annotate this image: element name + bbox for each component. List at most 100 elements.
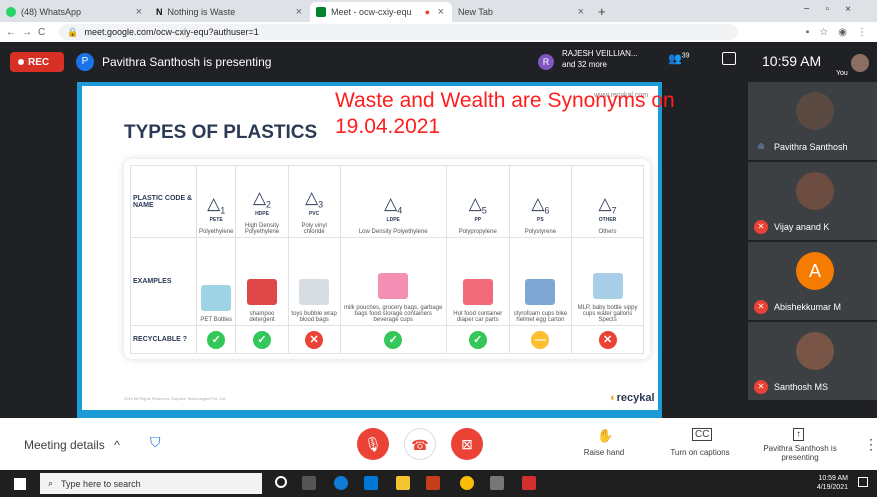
people-icon[interactable]: 👥39 <box>668 52 690 65</box>
phone-hangup-icon: ☎ <box>411 437 429 453</box>
recycle-triangle-icon: △6 <box>531 193 550 215</box>
recyclable-cell: ✓ <box>195 325 237 354</box>
example-image <box>247 279 278 305</box>
example-text: toys bubble wrap blood bags <box>291 311 337 323</box>
meeting-details-button[interactable]: Meeting details ^ <box>24 438 120 452</box>
examples-cell: styrofoam cups bike helmet egg carton <box>508 237 573 326</box>
store-icon[interactable] <box>364 476 378 490</box>
examples-cell: Hot food container diaper car parts <box>445 237 510 326</box>
close-icon[interactable]: × <box>296 6 302 18</box>
nav-buttons[interactable]: ←→C <box>6 27 51 38</box>
cross-icon: ✕ <box>598 330 617 349</box>
camera-off-icon: ⊠ <box>461 436 473 452</box>
plastic-code-cell: △4 LDPE Low Density Polyethylene <box>339 165 447 238</box>
tab-new-tab[interactable]: New Tab × <box>452 2 592 22</box>
minus-icon: — <box>531 330 550 349</box>
meeting-clock: 10:59 AM <box>762 53 822 69</box>
participant-name: Abishekkumar M <box>774 302 842 312</box>
system-tray[interactable]: 10:59 AM 4/19/2021 <box>778 474 848 492</box>
self-label: You <box>836 70 848 77</box>
rec-label: REC <box>28 56 50 68</box>
notion-icon: N <box>156 7 163 17</box>
shield-icon[interactable]: ⛉ <box>150 434 166 452</box>
toolbar-icons[interactable]: ▪☆◉⋮ <box>806 27 877 38</box>
plastic-code-cell: △2 HDPE High Density Polyethylene <box>235 165 289 238</box>
tab-whatsapp[interactable]: (48) WhatsApp × <box>0 2 150 22</box>
whatsapp-icon <box>6 7 16 17</box>
participant-name: Santhosh MS <box>774 382 829 392</box>
url-field[interactable]: 🔒 meet.google.com/ocw-cxiy-equ?authuser=… <box>59 24 738 40</box>
recycle-triangle-icon: △7 <box>598 193 617 215</box>
raise-hand-icon[interactable]: ✋ <box>597 428 613 444</box>
tab-meet[interactable]: Meet - ocw-cxiy-equ ● × <box>310 2 452 22</box>
chat-icon[interactable] <box>722 52 736 65</box>
people-count: 39 <box>681 52 690 60</box>
meet-icon <box>316 7 326 17</box>
overlay-caption: Waste and Wealth are Synonyms on 19.04.2… <box>335 89 675 138</box>
check-icon: ✓ <box>207 330 226 349</box>
examples-cell: milk pouches, grocery bags, garbage bags… <box>339 237 447 326</box>
plastic-code-cell: △5 PP Polypropylene <box>445 165 510 238</box>
windows-start-icon[interactable] <box>14 478 26 490</box>
presenter-avatar: P <box>76 53 94 71</box>
slide-footer: 2019 All Rights Reserved. Eruptive Techn… <box>124 396 226 401</box>
new-tab-button[interactable]: + <box>598 4 606 19</box>
search-placeholder: Type here to search <box>61 478 141 489</box>
task-view-icon[interactable] <box>302 476 316 490</box>
powerpoint-icon[interactable] <box>426 476 440 490</box>
table-row: PLASTIC CODE & NAME △1 PETE Polyethylene… <box>130 165 644 238</box>
close-icon[interactable]: × <box>438 6 444 18</box>
plastics-table: PLASTIC CODE & NAME △1 PETE Polyethylene… <box>130 165 644 354</box>
example-image <box>462 279 493 305</box>
edge-icon[interactable] <box>334 476 348 490</box>
window-controls[interactable]: −▫× <box>804 4 867 15</box>
recyclable-cell: ✓ <box>445 325 510 354</box>
chevron-up-icon: ^ <box>114 438 120 452</box>
captions-icon[interactable]: CC <box>692 428 713 441</box>
tab-nothing-is-waste[interactable]: N Nothing is Waste × <box>150 2 310 22</box>
close-icon[interactable]: × <box>578 6 584 18</box>
plastic-code-cell: △1 PETE Polyethylene <box>195 165 237 238</box>
recyclable-cell: ✓ <box>235 325 289 354</box>
app-icon[interactable] <box>490 476 504 490</box>
row-header: RECYCLABLE ? <box>130 325 197 354</box>
mic-off-icon: 🎙 <box>364 436 382 452</box>
notification-icon[interactable] <box>858 477 868 487</box>
participant-tile[interactable]: ✕ Santhosh MS <box>748 322 877 400</box>
more-options-icon[interactable]: ⋮ <box>864 436 877 453</box>
logo-text: recykal <box>616 392 655 404</box>
captions-button[interactable]: Turn on captions <box>660 448 740 457</box>
recycle-triangle-icon: △5 <box>468 193 487 215</box>
check-icon: ✓ <box>384 330 403 349</box>
taskbar-search[interactable]: ⌕ Type here to search <box>40 473 262 494</box>
participant-tile[interactable]: ✕ Vijay anand K <box>748 162 877 240</box>
example-image <box>299 279 330 305</box>
app-icon[interactable] <box>522 476 536 490</box>
meet-control-bar: Meeting details ^ ⛉ 🎙 ☎ ⊠ ✋ Raise hand C… <box>0 418 877 470</box>
meet-header: REC P Pavithra Santhosh is presenting R … <box>0 42 877 82</box>
code-abbrev: PVC <box>308 211 320 217</box>
check-icon: ✓ <box>468 330 487 349</box>
plastic-name: Polystyrene <box>524 229 557 235</box>
code-abbrev: OTHER <box>598 217 617 223</box>
speaking-icon: ılı <box>757 142 765 151</box>
end-call-button[interactable]: ☎ <box>404 428 436 460</box>
plastic-name: Others <box>598 229 617 235</box>
camera-off-button[interactable]: ⊠ <box>451 428 483 460</box>
presenting-status[interactable]: Pavithra Santhosh is presenting <box>760 444 840 462</box>
file-explorer-icon[interactable] <box>396 476 410 490</box>
code-abbrev: PS <box>537 217 544 223</box>
cortana-icon[interactable] <box>275 476 287 488</box>
example-text: shampoo detergent <box>249 311 275 323</box>
check-icon: ✓ <box>253 330 272 349</box>
participant-tile[interactable]: A ✕ Abishekkumar M <box>748 242 877 320</box>
code-abbrev: PETE <box>209 217 223 223</box>
raise-hand-button[interactable]: Raise hand <box>572 448 636 457</box>
tab-label: Meet - ocw-cxiy-equ <box>331 7 412 17</box>
examples-cell: MLP, baby bottle sippy cups water gallon… <box>571 237 644 326</box>
present-icon[interactable]: ↑ <box>793 428 804 441</box>
chrome-icon[interactable] <box>460 476 474 490</box>
mic-off-button[interactable]: 🎙 <box>357 428 389 460</box>
self-avatar[interactable] <box>851 54 869 72</box>
close-icon[interactable]: × <box>136 6 142 18</box>
